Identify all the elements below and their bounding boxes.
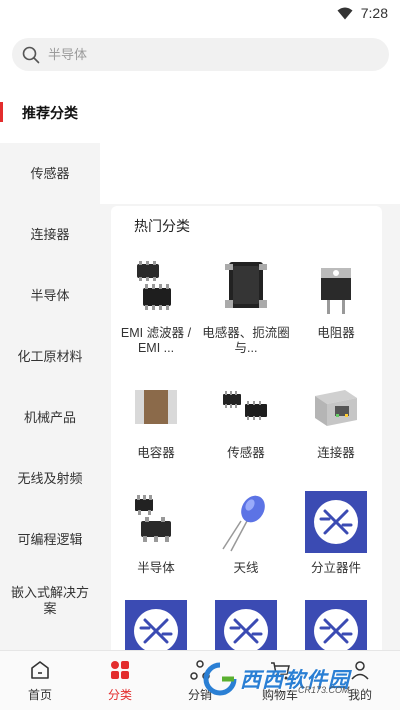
section-title: 热门分类 xyxy=(134,218,190,234)
sidebar-item-label: 推荐分类 xyxy=(22,104,78,121)
sidebar-item-chemical-materials[interactable]: 化工原材料 xyxy=(0,326,100,387)
category-label: 天线 xyxy=(233,561,259,575)
tab-label: 分类 xyxy=(107,687,132,702)
category-item[interactable]: 连接器 xyxy=(291,376,381,461)
category-label: 半导体 xyxy=(137,561,175,575)
home-icon xyxy=(31,660,49,679)
sidebar-item-recommended[interactable]: 推荐分类 xyxy=(0,82,100,143)
inductor-icon xyxy=(215,256,277,318)
category-item[interactable]: 电容器 xyxy=(111,376,201,461)
circuit-logo-icon xyxy=(305,491,367,553)
watermark-subtext: CR173.COM xyxy=(298,685,350,695)
sidebar-item-mechanical[interactable]: 机械产品 xyxy=(0,387,100,448)
sidebar-item-label: 连接器 xyxy=(30,226,70,242)
led-antenna-icon xyxy=(215,491,277,553)
sidebar-item-label: 半导体 xyxy=(30,287,70,303)
sidebar-item-wireless-rf[interactable]: 无线及射频 xyxy=(0,448,100,509)
hot-categories-card: 热门分类 EMI 滤波器 / EMI ... 电感器、扼流圈与... 电阻器 电… xyxy=(111,206,382,662)
category-label: 电感器、扼流圈与... xyxy=(202,326,290,355)
category-item[interactable]: 天线 xyxy=(201,491,291,576)
sidebar-item-connectors[interactable]: 连接器 xyxy=(0,204,100,265)
category-label: 传感器 xyxy=(227,446,265,460)
category-label: 连接器 xyxy=(317,446,355,460)
category-item[interactable]: 电阻器 xyxy=(291,256,381,341)
banner-area xyxy=(100,82,400,204)
tab-home[interactable]: 首页 xyxy=(0,651,80,710)
wifi-icon xyxy=(337,7,353,19)
category-item[interactable]: 电感器、扼流圈与... xyxy=(201,256,291,356)
tab-category[interactable]: 分类 xyxy=(80,651,160,710)
sidebar-item-label: 机械产品 xyxy=(23,409,76,425)
category-sidebar: 推荐分类 传感器 连接器 半导体 化工原材料 机械产品 无线及射频 可编程逻辑 … xyxy=(0,82,100,650)
sensor-chip-icon xyxy=(215,376,277,438)
category-content: 热门分类 EMI 滤波器 / EMI ... 电感器、扼流圈与... 电阻器 电… xyxy=(100,82,400,662)
status-time: 7:28 xyxy=(360,5,388,21)
watermark-logo-icon xyxy=(203,662,237,696)
category-label: 电容器 xyxy=(137,446,175,460)
category-item[interactable]: EMI 滤波器 / EMI ... xyxy=(111,256,201,356)
search-icon xyxy=(22,46,40,63)
tab-label: 首页 xyxy=(27,687,52,702)
sot-chip-icon xyxy=(125,491,187,553)
search-bar[interactable] xyxy=(12,38,389,71)
sidebar-item-label: 化工原材料 xyxy=(17,348,83,364)
watermark: 西西软件园 CR173.COM xyxy=(200,658,390,700)
sidebar-item-semiconductors[interactable]: 半导体 xyxy=(0,265,100,326)
sidebar-item-label: 可编程逻辑 xyxy=(17,531,83,547)
capacitor-icon xyxy=(125,376,187,438)
category-label: 电阻器 xyxy=(317,326,355,340)
category-label: 分立器件 xyxy=(310,561,361,575)
sidebar-item-sensors[interactable]: 传感器 xyxy=(0,143,100,204)
category-item[interactable]: 分立器件 xyxy=(291,491,381,576)
sidebar-item-label: 传感器 xyxy=(30,165,70,181)
rj45-connector-icon xyxy=(305,376,367,438)
power-resistor-icon xyxy=(305,256,367,318)
sidebar-item-label: 无线及射频 xyxy=(17,470,83,486)
sidebar-item-label: 嵌入式解决方案 xyxy=(10,584,89,616)
category-item[interactable]: 半导体 xyxy=(111,491,201,576)
ic-chip-icon xyxy=(125,256,187,318)
sidebar-item-embedded[interactable]: 嵌入式解决方案 xyxy=(0,570,100,631)
search-input[interactable] xyxy=(48,47,348,62)
status-bar: 7:28 xyxy=(0,0,400,26)
category-item[interactable]: 传感器 xyxy=(201,376,291,461)
category-icon xyxy=(111,660,129,679)
sidebar-item-programmable-logic[interactable]: 可编程逻辑 xyxy=(0,509,100,570)
category-label: EMI 滤波器 / EMI ... xyxy=(120,326,192,355)
